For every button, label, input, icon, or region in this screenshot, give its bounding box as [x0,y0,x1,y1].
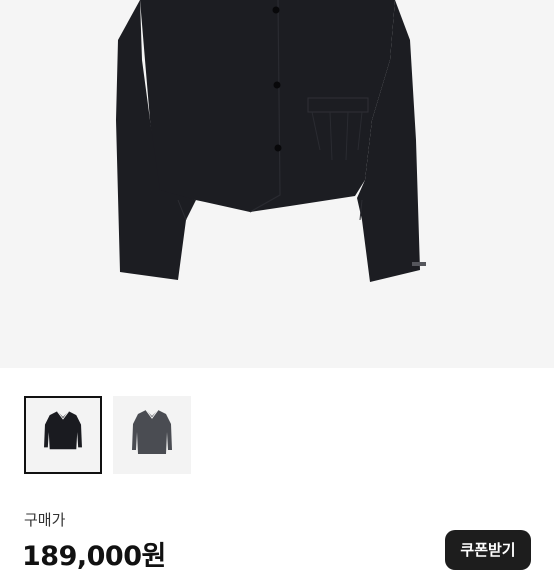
thumbnail-black[interactable] [24,396,102,474]
jacket-black-icon [44,410,82,450]
jacket-charcoal-icon [132,409,172,454]
thumbnail-list [24,396,191,474]
thumbnail-charcoal[interactable] [113,396,191,474]
coupon-button[interactable]: 쿠폰받기 [445,530,531,570]
jacket-illustration [116,0,426,282]
button-1 [272,6,280,14]
product-image [0,0,554,368]
button-3 [274,144,282,152]
price-label: 구매가 [24,511,66,529]
button-2 [273,81,281,89]
